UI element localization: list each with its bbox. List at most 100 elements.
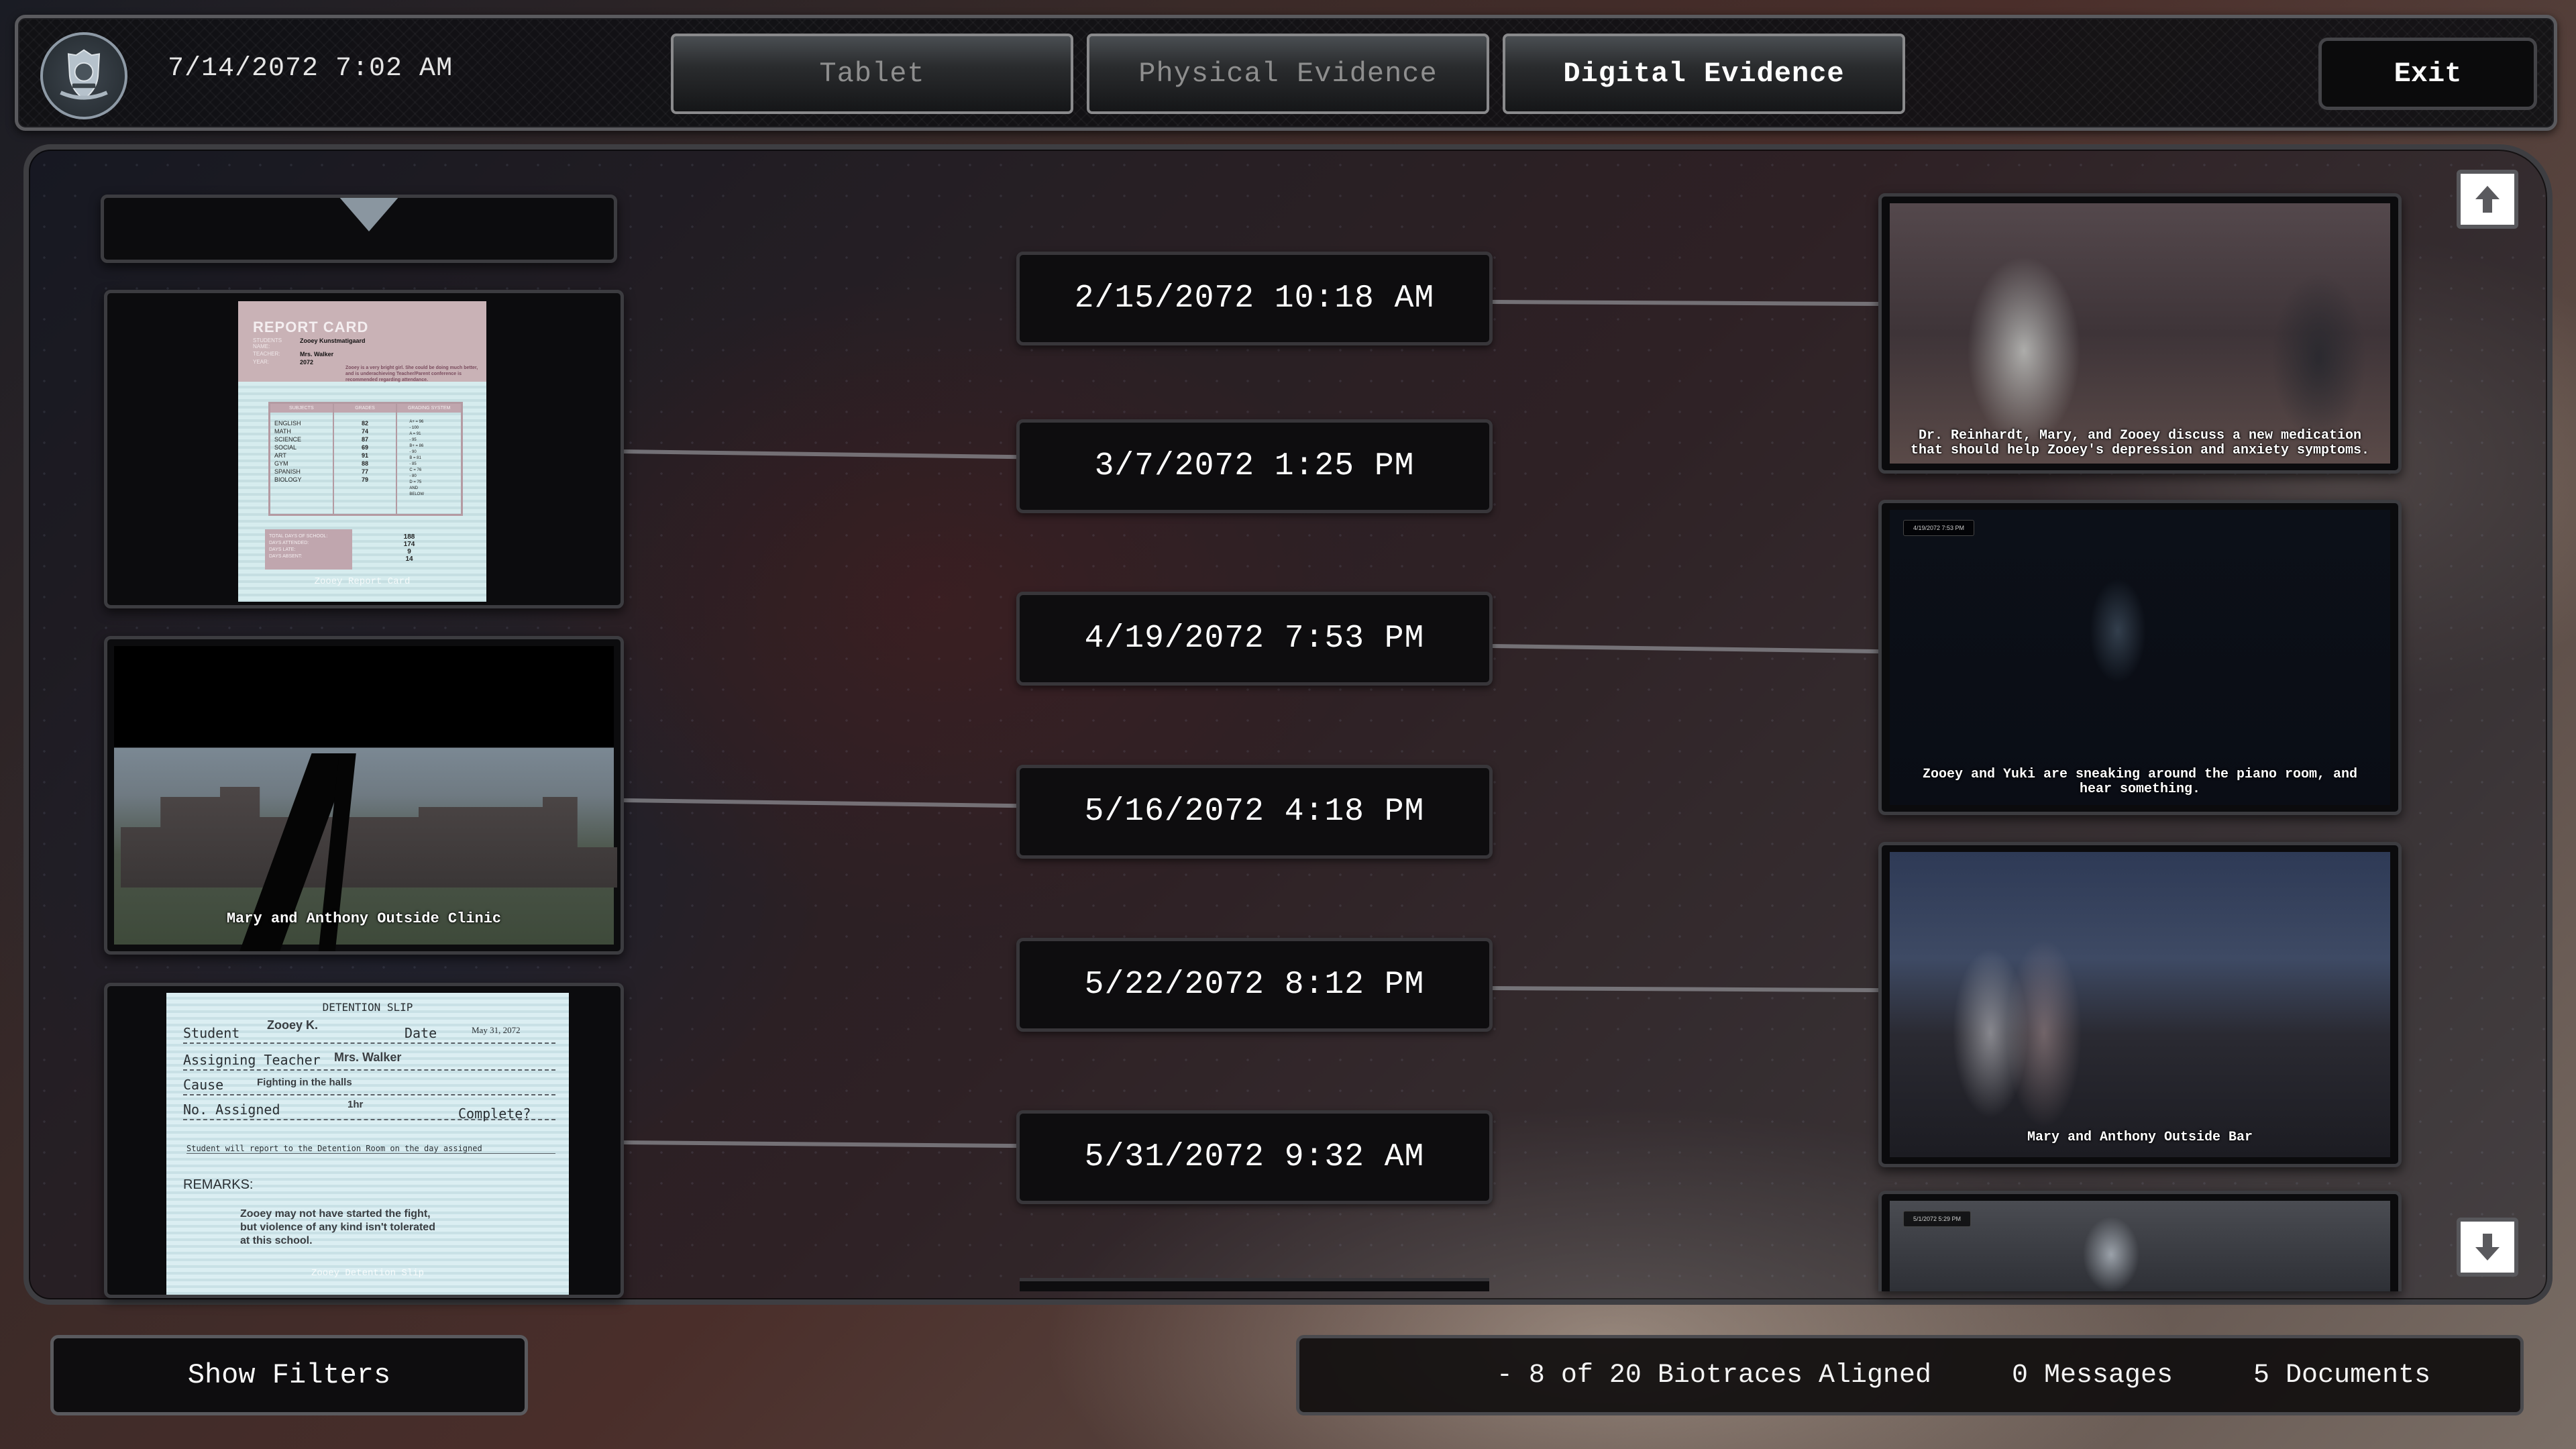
timestamp-chip: 5/1/2072 5:29 PM [1903, 1211, 1972, 1227]
grading-scale-item: - 90 [409, 450, 417, 454]
grading-scale-list: A+ = 96 - 100 A = 91 - 95 B+ = 86 - 90 B = 81 -… [397, 413, 461, 498]
grading-scale-item: - 95 [409, 438, 417, 442]
remarks-text: Zooey may not have started the fight, bu… [240, 1208, 435, 1246]
media-card[interactable]: Dr. Reinhardt, Mary, and Zooey discuss a… [1878, 193, 2402, 474]
report-card-document: REPORT CARD STUDENTS NAME: Zooey Kunstmat… [238, 301, 486, 602]
subject-item: ART [274, 452, 286, 459]
tab-digital-evidence[interactable]: Digital Evidence [1503, 34, 1905, 114]
timeline-timestamp[interactable]: 2/15/2072 10:18 AM [1016, 252, 1493, 345]
report-field: TEACHER: Mrs. Walker [253, 351, 334, 358]
subject-item: BIOLOGY [274, 476, 302, 483]
scroll-up-button[interactable] [2457, 170, 2518, 229]
attendance-value: 188 [403, 533, 415, 541]
messages-count: 0 Messages [2012, 1360, 2174, 1391]
grading-scale-item: - 80 [409, 474, 417, 478]
grading-scale-item: AND [409, 486, 418, 490]
media-caption: Dr. Reinhardt, Mary, and Zooey discuss a… [1910, 428, 2370, 458]
grading-scale-item: BELOW [409, 492, 424, 496]
grading-scale-item: C = 76 [409, 468, 422, 472]
grading-scale-item: A = 91 [409, 432, 421, 436]
subjects-list: ENGLISH MATH SCIENCE SOCIAL ART GYM SPANISH BIO… [270, 413, 333, 484]
grading-scale-item: B = 81 [409, 456, 421, 460]
teacher-comment: Zooey is a very bright girl. She could b… [345, 366, 478, 382]
timeline-timestamp-partial[interactable] [1020, 1278, 1489, 1291]
evidence-card-partial[interactable] [101, 195, 617, 263]
evidence-card-report-card[interactable]: REPORT CARD STUDENTS NAME: Zooey Kunstmat… [104, 290, 624, 608]
evidence-caption: Zooey Detention Slip [311, 1268, 425, 1279]
detention-slip-document: DETENTION SLIP Student Zooey K. Date May… [166, 993, 569, 1295]
show-filters-button[interactable]: Show Filters [50, 1335, 528, 1415]
timeline-timestamp[interactable]: 5/31/2072 9:32 AM [1016, 1110, 1493, 1204]
subject-item: SOCIAL [274, 444, 297, 451]
remarks-label: REMARKS: [183, 1177, 254, 1192]
column-header: SUBJECTS [270, 404, 333, 413]
grade-value: 79 [361, 476, 368, 483]
scroll-down-button[interactable] [2457, 1218, 2518, 1277]
documents-count: 5 Documents [2253, 1360, 2431, 1391]
timestamp-chip: 4/19/2072 7:53 PM [1903, 520, 1975, 536]
video-thumbnail [1890, 852, 2390, 1157]
student-line: Student Zooey K. Date May 31, 2072 [183, 1018, 555, 1044]
attendance-summary: TOTAL DAYS OF SCHOOL: DAYS ATTENDED: DAYS … [265, 529, 466, 570]
tab-tablet[interactable]: Tablet [671, 34, 1073, 114]
subject-item: SCIENCE [274, 436, 302, 443]
subject-item: SPANISH [274, 468, 301, 475]
column-header: GRADING SYSTEM [397, 404, 461, 413]
timeline-timestamp[interactable]: 5/16/2072 4:18 PM [1016, 765, 1493, 859]
detention-slip-title: DETENTION SLIP [322, 1001, 413, 1014]
video-thumbnail: 4/19/2072 7:53 PM [1890, 510, 2390, 805]
grade-value: 69 [361, 444, 368, 451]
tab-physical-evidence[interactable]: Physical Evidence [1087, 34, 1489, 114]
subject-item: MATH [274, 428, 291, 435]
arrow-up-icon [2475, 186, 2500, 213]
grade-value: 88 [361, 460, 368, 467]
attendance-label: DAYS ATTENDED: [269, 541, 309, 545]
evidence-card-detention-slip[interactable]: DETENTION SLIP Student Zooey K. Date May… [104, 983, 624, 1298]
attendance-value: 14 [405, 555, 413, 563]
triangle-marker-icon [339, 198, 399, 231]
status-bar: - 8 of 20 Biotraces Aligned 0 Messages 5… [1296, 1335, 2524, 1415]
special-agent-badge-icon [40, 32, 127, 119]
timeline-timestamp[interactable]: 3/7/2072 1:25 PM [1016, 419, 1493, 513]
media-caption: Mary and Anthony Outside Bar [2027, 1130, 2253, 1145]
evidence-card-clinic-photo[interactable]: Mary and Anthony Outside Clinic [104, 636, 624, 955]
assigned-line: No. Assigned 1hr Complete? [183, 1099, 555, 1122]
grade-value: 91 [361, 452, 368, 459]
media-card[interactable]: 4/19/2072 7:53 PM Zooey and Yuki are sne… [1878, 500, 2402, 815]
clinic-photo [114, 646, 617, 951]
subject-item: ENGLISH [274, 420, 301, 427]
grade-value: 87 [361, 436, 368, 443]
attendance-value: 9 [407, 548, 411, 555]
teacher-line: Assigning Teacher Mrs. Walker [183, 1051, 555, 1071]
biotraces-status: - 8 of 20 Biotraces Aligned [1496, 1360, 1931, 1391]
grading-scale-item: - 100 [409, 426, 419, 430]
grade-value: 82 [361, 420, 368, 427]
attendance-label: TOTAL DAYS OF SCHOOL: [269, 534, 328, 539]
evidence-caption: Mary and Anthony Outside Clinic [226, 910, 502, 927]
grading-scale-item: B+ = 86 [409, 444, 424, 448]
grades-table: SUBJECTS ENGLISH MATH SCIENCE SOCIAL ART GYM S… [268, 402, 463, 516]
grade-value: 77 [361, 468, 368, 475]
attendance-value: 174 [403, 541, 415, 548]
grade-value: 74 [361, 428, 368, 435]
column-header: GRADES [333, 404, 396, 413]
media-card[interactable]: Mary and Anthony Outside Bar [1878, 842, 2402, 1167]
timeline-timestamp[interactable]: 5/22/2072 8:12 PM [1016, 938, 1493, 1032]
report-card-title: REPORT CARD [253, 319, 369, 335]
video-thumbnail: 5/1/2072 5:29 PM [1890, 1201, 2390, 1291]
attendance-label: DAYS ABSENT: [269, 554, 303, 559]
current-datetime: 7/14/2072 7:02 AM [168, 54, 453, 84]
grading-scale-item: A+ = 96 [409, 420, 424, 424]
attendance-label: DAYS LATE: [269, 547, 296, 552]
grades-list: 82 74 87 69 91 88 77 79 [334, 413, 396, 484]
detention-notice: Student will report to the Detention Roo… [186, 1144, 555, 1154]
evidence-caption: Zooey Report Card [314, 576, 411, 587]
media-card-partial[interactable]: 5/1/2072 5:29 PM [1878, 1191, 2402, 1291]
arrow-down-icon [2475, 1234, 2500, 1260]
grading-scale-item: - 85 [409, 462, 417, 466]
exit-button[interactable]: Exit [2318, 38, 2537, 110]
media-caption: Zooey and Yuki are sneaking around the p… [1922, 767, 2358, 797]
video-thumbnail [1890, 203, 2390, 464]
timeline-timestamp[interactable]: 4/19/2072 7:53 PM [1016, 592, 1493, 686]
cause-line: Cause Fighting in the halls [183, 1077, 555, 1095]
